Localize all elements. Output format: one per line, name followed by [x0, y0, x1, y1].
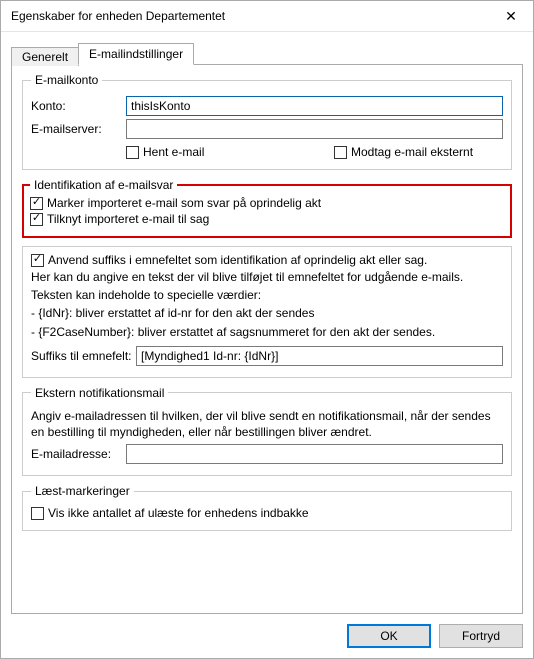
suffix-help-2: Teksten kan indeholde to specielle værdi… — [31, 287, 503, 303]
group-identifikation: Identifikation af e-mailsvar Marker impo… — [22, 178, 512, 238]
tabpanel-email-settings: E-mailkonto Konto: E-mailserver: Hent e-… — [11, 64, 523, 614]
group-laest-markeringer-legend: Læst-markeringer — [31, 484, 134, 498]
group-laest-markeringer: Læst-markeringer Vis ikke antallet af ul… — [22, 484, 512, 531]
group-identifikation-legend: Identifikation af e-mailsvar — [30, 178, 177, 192]
dialog-window: Egenskaber for enheden Departementet ✕ G… — [0, 0, 534, 659]
tabstrip: Generelt E-mailindstillinger — [11, 42, 523, 64]
dialog-buttons: OK Fortryd — [1, 614, 533, 658]
suffix-help-1: Her kan du angive en tekst der vil blive… — [31, 269, 503, 285]
group-suffix: Anvend suffiks i emnefeltet som identifi… — [22, 246, 512, 378]
emailserver-input[interactable] — [126, 119, 503, 139]
modtag-eksternt-checkbox[interactable] — [334, 146, 347, 159]
suffix-help-4: - {F2CaseNumber}: bliver erstattet af sa… — [31, 324, 503, 340]
dialog-body: Generelt E-mailindstillinger E-mailkonto… — [1, 32, 533, 614]
suffix-label: Suffiks til emnefelt: — [31, 349, 136, 363]
group-email-account-legend: E-mailkonto — [31, 73, 102, 87]
konto-input[interactable] — [126, 96, 503, 116]
notif-email-label: E-mailadresse: — [31, 447, 126, 461]
notif-email-input[interactable] — [126, 444, 503, 464]
group-ekstern-notifikation: Ekstern notifikationsmail Angiv e-mailad… — [22, 386, 512, 476]
hent-email-label: Hent e-mail — [143, 145, 204, 159]
hide-unread-label: Vis ikke antallet af ulæste for enhedens… — [48, 506, 309, 520]
mark-imported-checkbox[interactable] — [30, 197, 43, 210]
hent-email-checkbox[interactable] — [126, 146, 139, 159]
modtag-eksternt-label: Modtag e-mail eksternt — [351, 145, 473, 159]
group-email-account: E-mailkonto Konto: E-mailserver: Hent e-… — [22, 73, 512, 170]
use-suffix-label: Anvend suffiks i emnefeltet som identifi… — [48, 253, 427, 267]
hide-unread-checkbox[interactable] — [31, 507, 44, 520]
konto-label: Konto: — [31, 99, 126, 113]
group-ekstern-notifikation-legend: Ekstern notifikationsmail — [31, 386, 168, 400]
cancel-button[interactable]: Fortryd — [439, 624, 523, 648]
attach-imported-label: Tilknyt importeret e-mail til sag — [47, 212, 209, 226]
window-title: Egenskaber for enheden Departementet — [11, 9, 489, 23]
ok-button[interactable]: OK — [347, 624, 431, 648]
suffix-input[interactable] — [136, 346, 503, 366]
suffix-help-3: - {IdNr}: bliver erstattet af id-nr for … — [31, 305, 503, 321]
tab-general[interactable]: Generelt — [11, 47, 79, 66]
close-icon[interactable]: ✕ — [489, 1, 533, 31]
notif-help: Angiv e-mailadressen til hvilken, der vi… — [31, 408, 503, 440]
mark-imported-label: Marker importeret e-mail som svar på opr… — [47, 196, 321, 210]
emailserver-label: E-mailserver: — [31, 122, 126, 136]
attach-imported-checkbox[interactable] — [30, 213, 43, 226]
use-suffix-checkbox[interactable] — [31, 254, 44, 267]
tab-email-settings[interactable]: E-mailindstillinger — [78, 43, 194, 65]
titlebar: Egenskaber for enheden Departementet ✕ — [1, 1, 533, 32]
